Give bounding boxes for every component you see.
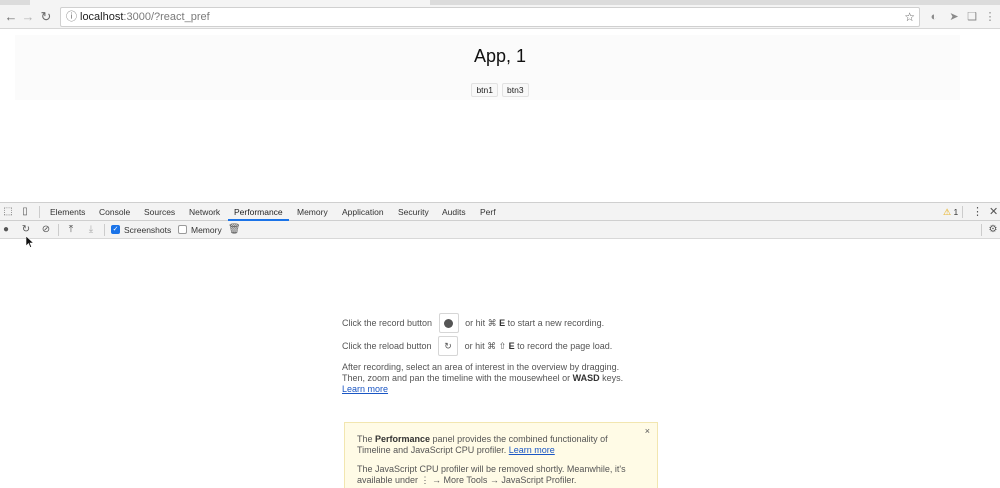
inspect-element-icon[interactable]: ⬚ bbox=[2, 206, 14, 218]
reload-record-icon[interactable]: ↻ bbox=[20, 224, 32, 236]
banner-line: available under ⋮ → More Tools → JavaScr… bbox=[357, 475, 577, 485]
performance-toolbar: ● ↻ ⊘ ⤒ ⤓ ✓ Screenshots Memory 🗑 ⚙ bbox=[0, 221, 1000, 239]
reload-suffix-text: to record the page load. bbox=[514, 341, 613, 351]
devtools-tab-bar: ⬚ ▯ Elements Console Sources Network Per… bbox=[0, 202, 1000, 221]
after-recording-line2: Then, zoom and pan the timeline with the… bbox=[342, 373, 623, 384]
divider bbox=[981, 224, 982, 236]
reload-instruction-text: Click the reload button bbox=[342, 341, 432, 351]
screenshots-checkbox[interactable]: ✓ bbox=[111, 225, 120, 234]
warning-icon: ⚠ bbox=[943, 207, 952, 217]
warning-counter[interactable]: ⚠ 1 bbox=[943, 203, 958, 221]
save-profile-icon[interactable]: ⤓ bbox=[85, 224, 97, 236]
learn-more-link[interactable]: Learn more bbox=[342, 384, 388, 394]
record-icon[interactable]: ● bbox=[0, 224, 12, 236]
star-icon[interactable]: ☆ bbox=[904, 8, 915, 26]
after-recording-text: After recording, select an area of inter… bbox=[342, 362, 623, 395]
tab-elements[interactable]: Elements bbox=[50, 203, 85, 221]
screenshots-label: Screenshots bbox=[124, 225, 172, 235]
record-suffix-text: to start a new recording. bbox=[505, 318, 605, 328]
tab-audits[interactable]: Audits bbox=[442, 203, 466, 221]
forward-icon[interactable]: → bbox=[19, 8, 37, 26]
device-toolbar-icon[interactable]: ▯ bbox=[19, 206, 31, 218]
btn1-button[interactable]: btn1 bbox=[471, 83, 498, 97]
reload-instruction: Click the reload button ↻ or hit ⌘ ⇧ E t… bbox=[342, 336, 612, 356]
banner-bold-text: Performance bbox=[375, 434, 431, 444]
load-profile-icon[interactable]: ⤒ bbox=[65, 224, 77, 236]
tab-application[interactable]: Application bbox=[342, 203, 384, 221]
address-bar[interactable]: ⓘ localhost:3000/?react_pref ☆ bbox=[60, 7, 920, 27]
record-instruction: Click the record button or hit ⌘ E to st… bbox=[342, 313, 604, 333]
record-dot-icon bbox=[444, 319, 454, 329]
extension-layers-icon[interactable]: ❑ bbox=[964, 9, 980, 25]
back-icon[interactable]: ← bbox=[2, 8, 20, 26]
devtools-menu-icon[interactable]: ⋮ bbox=[972, 203, 983, 221]
banner-paragraph-2: The JavaScript CPU profiler will be remo… bbox=[357, 464, 637, 486]
divider bbox=[58, 224, 59, 236]
tab-perf[interactable]: Perf bbox=[480, 203, 496, 221]
divider bbox=[39, 206, 40, 218]
memory-label: Memory bbox=[191, 225, 222, 235]
url-path: :3000/?react_pref bbox=[123, 11, 210, 23]
trash-icon[interactable]: 🗑 bbox=[228, 224, 241, 236]
reload-button[interactable]: ↻ bbox=[438, 336, 459, 356]
record-instruction-text: Click the record button bbox=[342, 318, 433, 328]
extension-arrow-icon[interactable]: ➤ bbox=[946, 9, 962, 25]
banner-paragraph-1: The Performance panel provides the combi… bbox=[357, 434, 637, 456]
button-row: btn1 btn3 bbox=[0, 83, 1000, 97]
memory-checkbox[interactable] bbox=[178, 225, 187, 234]
banner-learn-more-link[interactable]: Learn more bbox=[509, 445, 555, 455]
tab-performance[interactable]: Performance bbox=[228, 203, 289, 221]
tab-sources[interactable]: Sources bbox=[144, 203, 175, 221]
screen: ← → ↻ ⓘ localhost:3000/?react_pref ☆ ◐ ➤… bbox=[0, 0, 1000, 488]
wasd-key: WASD bbox=[572, 373, 600, 383]
app-title: App, 1 bbox=[473, 46, 527, 66]
settings-gear-icon[interactable]: ⚙ bbox=[987, 224, 999, 236]
url-text[interactable]: localhost:3000/?react_pref bbox=[80, 8, 210, 26]
divider bbox=[962, 206, 963, 218]
reload-shortcut-text: or hit ⌘ ⇧ bbox=[464, 341, 509, 351]
close-devtools-icon[interactable]: ✕ bbox=[989, 203, 998, 221]
browser-toolbar: ← → ↻ ⓘ localhost:3000/?react_pref ☆ ◐ ➤… bbox=[0, 5, 1000, 29]
reload-icon[interactable]: ↻ bbox=[37, 8, 55, 26]
info-banner: × The Performance panel provides the com… bbox=[344, 422, 658, 488]
reload-icon: ↻ bbox=[444, 341, 452, 351]
clear-icon[interactable]: ⊘ bbox=[40, 224, 52, 236]
divider bbox=[104, 224, 105, 236]
after-recording-line2-text: Then, zoom and pan the timeline with the… bbox=[342, 373, 573, 383]
btn3-button[interactable]: btn3 bbox=[502, 83, 529, 97]
url-host: localhost bbox=[80, 11, 124, 23]
warning-count: 1 bbox=[953, 207, 959, 217]
record-button[interactable] bbox=[438, 313, 459, 333]
after-recording-line1: After recording, select an area of inter… bbox=[342, 362, 620, 372]
tab-memory[interactable]: Memory bbox=[297, 203, 328, 221]
tab-security[interactable]: Security bbox=[398, 203, 429, 221]
mouse-cursor-icon bbox=[26, 236, 34, 248]
after-recording-line2-suffix: keys. bbox=[599, 373, 624, 383]
page-viewport: App, 1 btn1 btn3 bbox=[0, 30, 1000, 202]
extension-icon[interactable]: ◐ bbox=[926, 9, 942, 25]
tab-network[interactable]: Network bbox=[189, 203, 220, 221]
close-banner-icon[interactable]: × bbox=[645, 426, 650, 436]
info-icon[interactable]: ⓘ bbox=[66, 8, 78, 26]
banner-line: The JavaScript CPU profiler will be remo… bbox=[357, 464, 626, 474]
tab-console[interactable]: Console bbox=[99, 203, 130, 221]
record-shortcut-text: or hit ⌘ bbox=[465, 318, 500, 328]
banner-text: The bbox=[357, 434, 376, 444]
menu-icon[interactable]: ⋮ bbox=[982, 9, 998, 25]
